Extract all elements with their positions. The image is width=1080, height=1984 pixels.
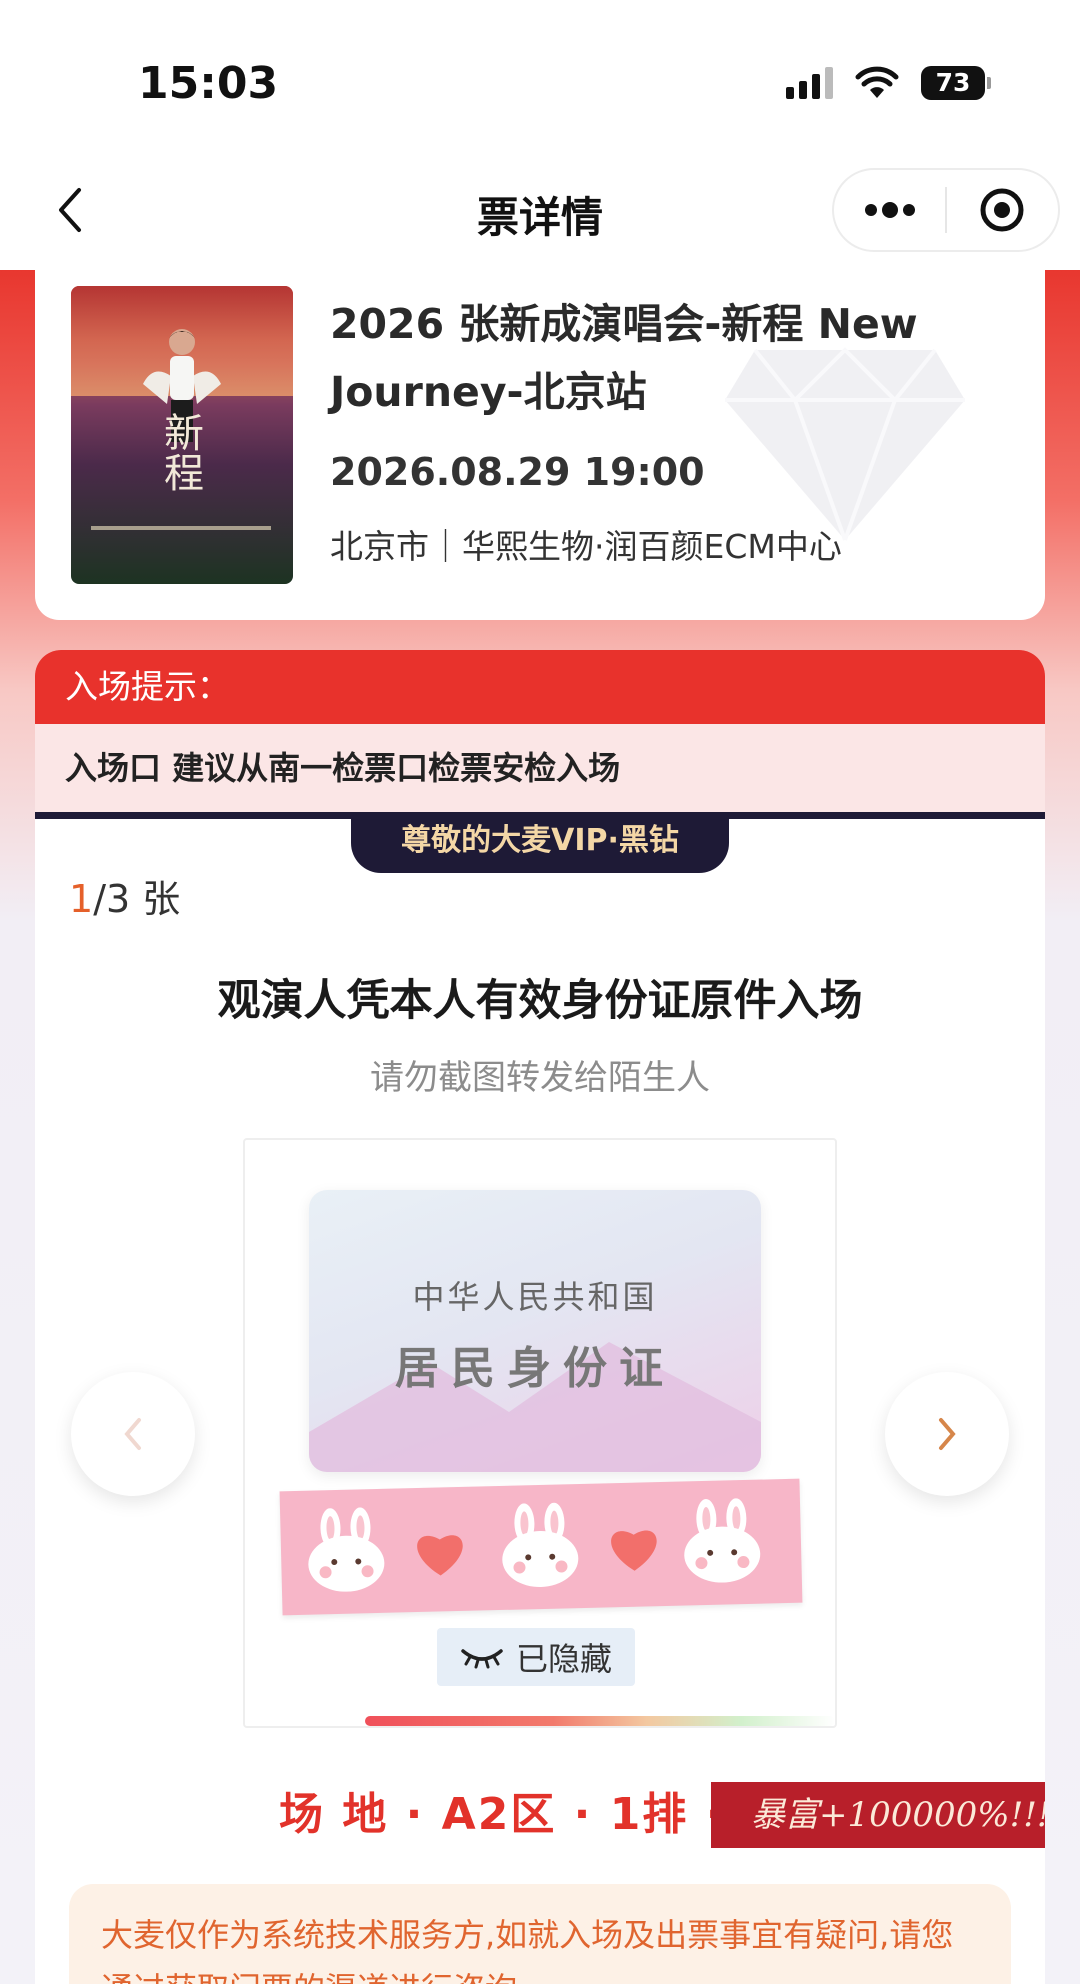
chevron-left-icon <box>124 1418 141 1450</box>
ticket-total: /3 张 <box>93 877 181 921</box>
more-button[interactable] <box>834 170 945 250</box>
status-icons: 73 <box>786 66 991 100</box>
battery-icon: 73 <box>921 66 991 100</box>
ticket-progress-bar <box>365 1716 835 1726</box>
event-datetime: 2026.08.29 19:00 <box>330 450 705 494</box>
ticket-card: 入场提示： 入场口 建议从南一检票口检票安检入场 尊敬的大麦VIP·黑钻 1/3… <box>35 650 1045 1984</box>
status-time: 15:03 <box>138 58 279 109</box>
seat-info: 场 地 · A2区 · 1排 · <box>279 1789 725 1840</box>
bunny-icon <box>684 1498 761 1583</box>
eye-closed-icon <box>461 1649 503 1669</box>
target-circle-icon <box>980 188 1024 232</box>
status-bar: 15:03 73 <box>0 0 1080 150</box>
id-card-image: 中华人民共和国 居民身份证 <box>309 1190 761 1472</box>
event-poster[interactable]: 新程 <box>71 286 293 584</box>
chevron-right-icon <box>939 1418 956 1450</box>
id-card-type: 居民身份证 <box>395 1343 675 1394</box>
vip-badge: 尊敬的大麦VIP·黑钻 <box>351 815 729 873</box>
id-entry-title: 观演人凭本人有效身份证原件入场 <box>217 976 863 1026</box>
entry-tip-header: 入场提示： <box>35 650 1045 724</box>
service-notice: 大麦仅作为系统技术服务方,如就入场及出票事宜有疑问,请您通过获取门票的渠道进行咨… <box>69 1884 1011 1984</box>
id-entry-subtitle: 请勿截图转发给陌生人 <box>370 1058 710 1098</box>
cellular-signal-icon <box>786 67 833 99</box>
event-card[interactable]: 新程 2026 张新成演唱会-新程 New Journey-北京站 2026.0… <box>35 270 1045 620</box>
id-card-country: 中华人民共和国 <box>412 1278 658 1316</box>
previous-ticket-button[interactable] <box>71 1372 195 1496</box>
ticket-counter: 1/3 张 <box>69 868 180 923</box>
close-miniprogram-button[interactable] <box>947 170 1058 250</box>
poster-strip <box>91 526 271 530</box>
hidden-id-toggle[interactable]: 已隐藏 <box>437 1628 635 1686</box>
next-ticket-button[interactable] <box>885 1372 1009 1496</box>
nav-bar: 票详情 <box>0 150 1080 270</box>
washi-tape-sticker <box>279 1478 803 1616</box>
bunny-icon <box>502 1502 579 1588</box>
poster-title: 新程 <box>164 411 204 497</box>
more-dots-icon <box>864 202 915 218</box>
ticket-current-index: 1 <box>69 877 94 921</box>
event-venue: 北京市｜华熙生物·润百颜ECM中心 <box>330 527 842 566</box>
heart-icon <box>417 1535 463 1576</box>
bunny-icon <box>308 1507 385 1592</box>
handwritten-sticker: 暴富+100000%!!!! <box>711 1782 1045 1848</box>
mini-program-capsule <box>832 168 1060 252</box>
hidden-label: 已隐藏 <box>515 1640 612 1678</box>
wifi-icon <box>855 66 899 98</box>
heart-icon <box>611 1530 657 1571</box>
event-title: 2026 张新成演唱会-新程 New Journey-北京站 <box>330 300 918 416</box>
id-card-frame: 中华人民共和国 居民身份证 已隐藏 <box>243 1138 837 1728</box>
entry-tip-text: 入场口 建议从南一检票口检票安检入场 <box>35 724 1045 812</box>
